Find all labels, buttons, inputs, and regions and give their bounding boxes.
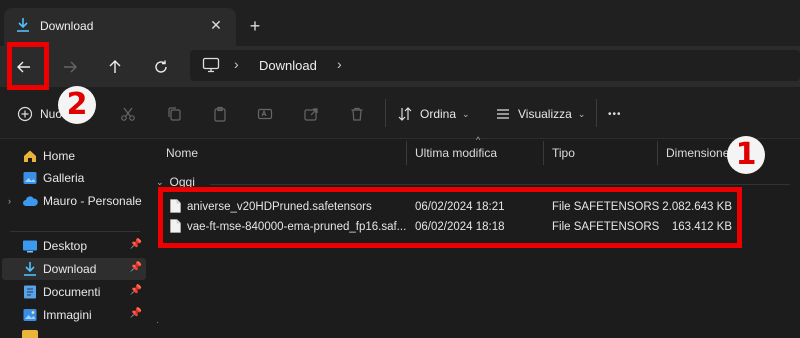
cloud-icon <box>23 196 38 206</box>
sidebar-item-label: Immagini <box>43 308 92 322</box>
copy-button[interactable] <box>166 103 182 125</box>
sidebar-item-onedrive[interactable]: › Mauro - Personale <box>2 190 146 212</box>
address-bar[interactable]: › Download › <box>190 50 800 81</box>
paste-button[interactable] <box>212 103 228 125</box>
sidebar-item-download[interactable]: Download 📌 <box>2 258 146 280</box>
clipboard-icon <box>214 106 226 122</box>
column-header-name[interactable]: Nome <box>166 139 198 167</box>
pin-icon: 📌 <box>129 262 142 273</box>
pictures-icon <box>23 309 37 321</box>
cut-button[interactable] <box>120 103 136 125</box>
sidebar-item-label: Documenti <box>43 285 101 299</box>
sidebar-item-label: Mauro - Personale <box>43 194 142 208</box>
download-icon <box>17 18 29 32</box>
sidebar-item-gallery[interactable]: Galleria <box>2 167 146 189</box>
arrow-up-icon <box>109 60 121 73</box>
computer-icon <box>202 57 220 73</box>
pin-icon: 📌 <box>129 285 142 296</box>
annotation-badge-1: 1 <box>727 136 765 174</box>
up-button[interactable] <box>100 52 130 82</box>
sort-button[interactable]: Ordina ⌄ <box>397 103 470 125</box>
close-tab-button[interactable]: ✕ <box>206 15 226 35</box>
share-icon <box>304 108 318 121</box>
sidebar-item-label: Desktop <box>43 239 88 253</box>
chevron-down-icon: ⌄ <box>156 176 164 187</box>
arrow-right-icon <box>64 61 77 73</box>
chevron-down-icon: ⌄ <box>577 108 586 119</box>
gallery-icon <box>23 172 37 184</box>
view-label: Visualizza <box>518 107 572 121</box>
sidebar-item-home[interactable]: Home <box>2 145 146 167</box>
annotation-highlight-back-button <box>7 42 49 90</box>
plus-circle-icon <box>17 106 33 122</box>
breadcrumb-separator[interactable]: › <box>234 56 239 72</box>
annotation-highlight-files <box>158 187 742 248</box>
chevron-right-icon[interactable]: › <box>8 196 11 206</box>
resize-handle-icon: · <box>156 317 160 328</box>
more-options-button[interactable]: ••• <box>608 103 622 125</box>
sidebar-item-label: Home <box>43 149 76 163</box>
rename-button[interactable] <box>257 103 273 125</box>
column-divider[interactable] <box>543 141 544 165</box>
share-button[interactable] <box>303 103 319 125</box>
refresh-button[interactable] <box>146 52 176 82</box>
divider <box>385 99 386 127</box>
desktop-icon <box>23 240 37 253</box>
sort-icon <box>398 107 412 121</box>
column-header-modified[interactable]: Ultima modifica <box>415 139 497 167</box>
tab-title: Download <box>40 19 94 33</box>
new-tab-button[interactable]: + <box>244 15 266 37</box>
refresh-icon <box>155 60 167 73</box>
column-divider[interactable] <box>406 141 407 165</box>
annotation-badge-2: 2 <box>58 86 96 124</box>
tab-strip: Download ✕ + <box>0 0 800 46</box>
breadcrumb-download[interactable]: Download <box>259 58 317 73</box>
navigation-pane: Home Galleria › Mauro - Personale Deskto… <box>0 139 150 338</box>
download-icon <box>24 262 36 276</box>
scissors-icon <box>121 107 135 121</box>
view-button[interactable]: Visualizza ⌄ <box>495 103 585 125</box>
copy-icon <box>168 107 181 121</box>
sidebar-item-pictures[interactable]: Immagini 📌 <box>2 304 146 326</box>
divider <box>10 231 140 232</box>
home-icon <box>24 150 36 162</box>
sidebar-item-label: Download <box>43 262 97 276</box>
column-divider[interactable] <box>657 141 658 165</box>
chevron-down-icon: ⌄ <box>462 108 470 119</box>
pin-icon: 📌 <box>129 239 142 250</box>
divider <box>210 184 790 185</box>
folder-icon <box>22 330 38 338</box>
breadcrumb-separator[interactable]: › <box>337 56 342 72</box>
rename-icon <box>257 108 273 120</box>
command-bar: Nuovo Ordina ⌄ Visualizza ⌄ ••• <box>0 87 800 139</box>
documents-icon <box>24 285 36 299</box>
column-header-type[interactable]: Tipo <box>552 139 575 167</box>
pin-icon: 📌 <box>129 308 142 319</box>
trash-icon <box>351 107 363 121</box>
sort-label: Ordina <box>420 107 457 121</box>
forward-button[interactable] <box>55 52 85 82</box>
divider <box>596 99 597 127</box>
navigation-bar: › Download › <box>0 46 800 87</box>
sidebar-item-label: Galleria <box>43 171 85 185</box>
sidebar-item-desktop[interactable]: Desktop 📌 <box>2 235 146 257</box>
delete-button[interactable] <box>349 103 365 125</box>
sidebar-item-documents[interactable]: Documenti 📌 <box>2 281 146 303</box>
view-list-icon <box>497 109 509 119</box>
tab-download[interactable]: Download ✕ <box>4 8 236 46</box>
column-header-size[interactable]: Dimensione <box>666 139 729 167</box>
